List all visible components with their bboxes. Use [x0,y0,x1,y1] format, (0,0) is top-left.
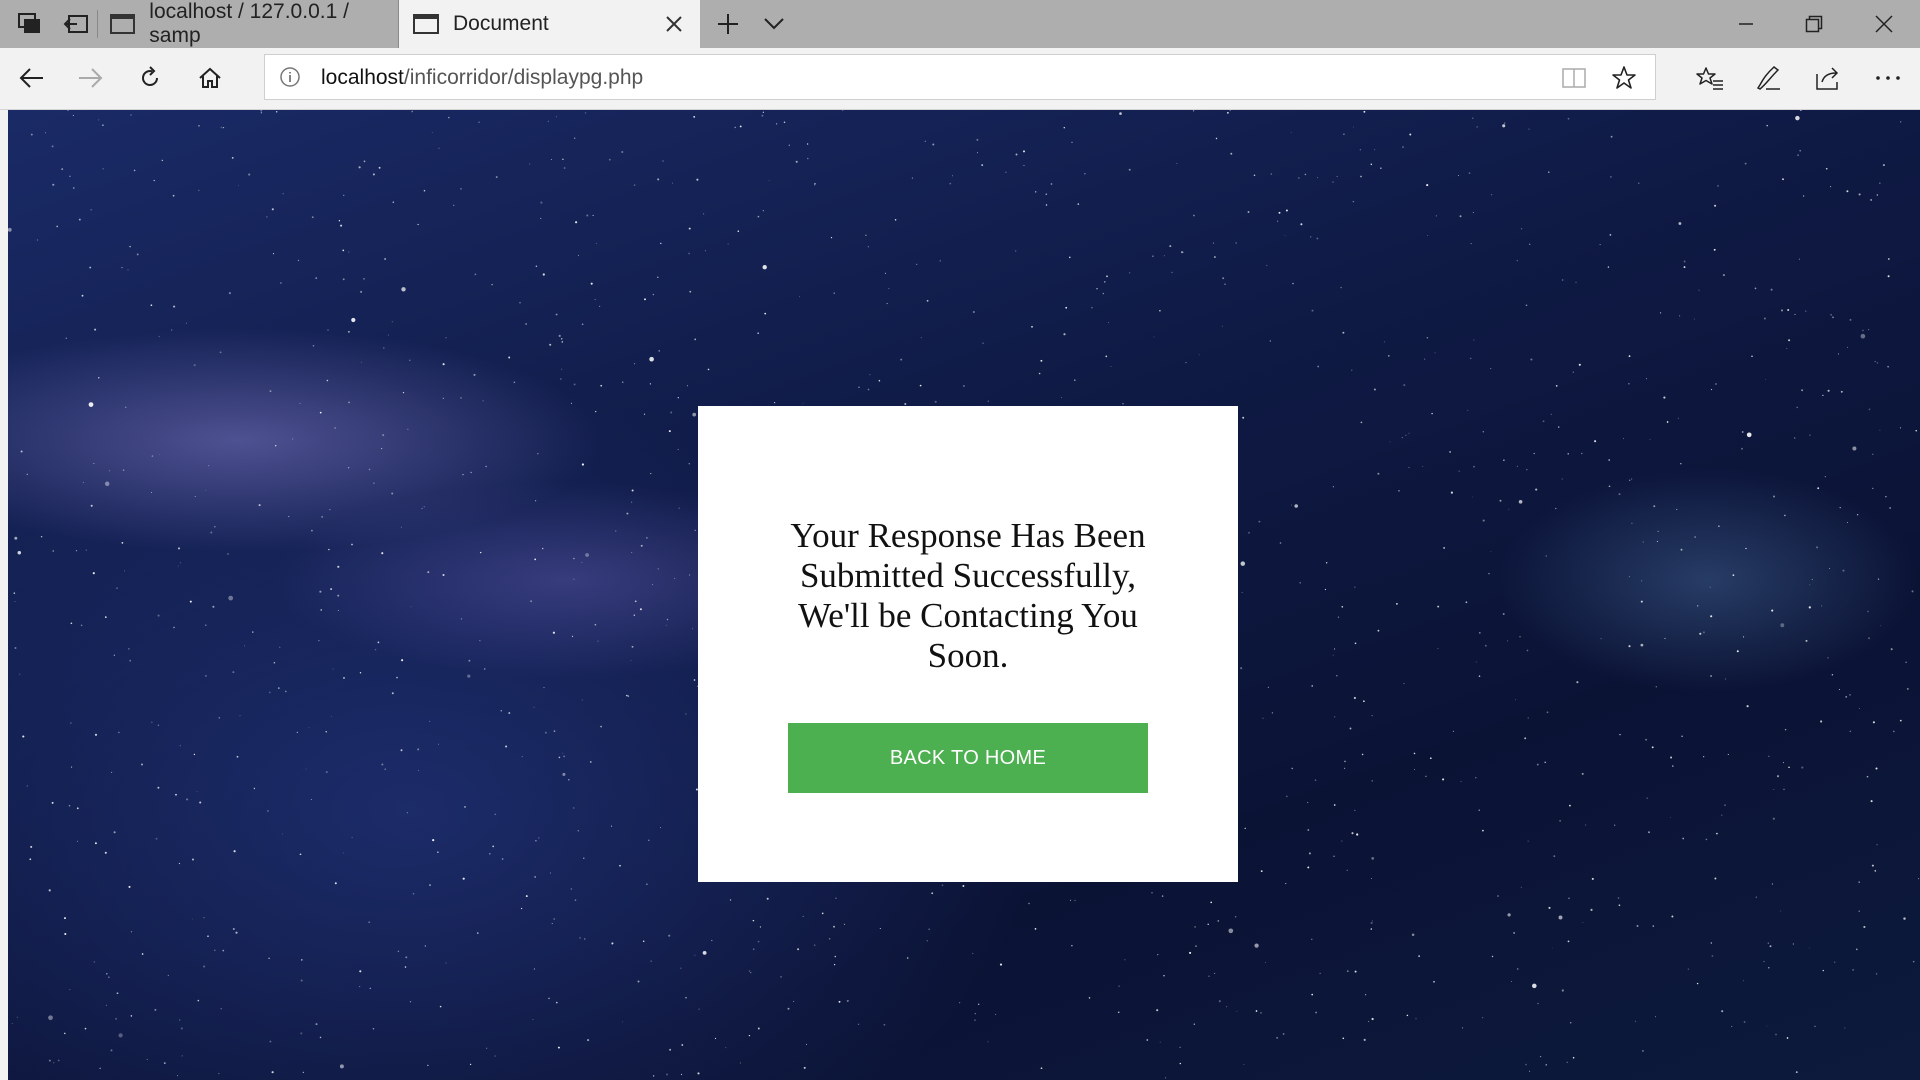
new-tab-icon[interactable] [712,0,744,48]
url-host: localhost [321,66,404,89]
tab-title: localhost / 127.0.0.1 / samp [149,0,349,47]
tab-phpmyadmin[interactable]: localhost / 127.0.0.1 / samp [98,0,398,48]
url-path: /inficorridor/displaypg.php [403,66,644,89]
home-icon[interactable] [180,48,240,108]
refresh-icon[interactable] [120,48,180,108]
minimize-icon[interactable] [1712,0,1780,48]
success-message: Your Response Has Been Submitted Success… [790,516,1146,675]
title-bar: localhost / 127.0.0.1 / samp Document [0,0,1920,48]
page-viewport: Your Response Has Been Submitted Success… [0,110,1920,1080]
close-window-icon[interactable] [1850,0,1918,48]
forward-icon[interactable] [60,48,120,108]
back-to-home-button[interactable]: BACK TO HOME [788,723,1148,793]
tab-manager-icon[interactable] [10,0,50,48]
reading-view-icon[interactable] [1561,66,1587,95]
set-aside-tabs-icon[interactable] [56,0,96,48]
more-options-icon[interactable] [1858,48,1918,108]
restore-icon[interactable] [1780,0,1848,48]
chevron-down-icon[interactable] [758,0,790,48]
share-icon[interactable] [1798,48,1858,108]
confirmation-card: Your Response Has Been Submitted Success… [698,406,1238,882]
favorites-hub-icon[interactable] [1680,48,1740,108]
web-note-icon[interactable] [1738,48,1798,108]
url-text[interactable]: localhost/inficorridor/displaypg.php [321,55,643,101]
back-icon[interactable] [2,48,62,108]
favorite-star-icon[interactable] [1611,65,1637,96]
tab-document[interactable]: Document [398,0,700,48]
page-icon [413,14,439,34]
page-icon [110,14,136,34]
navigation-bar: localhost/inficorridor/displaypg.php [0,48,1920,110]
site-info-icon[interactable] [279,66,301,88]
close-tab-icon[interactable] [662,12,686,36]
tab-title: Document [453,12,549,35]
address-bar[interactable]: localhost/inficorridor/displaypg.php [264,54,1656,100]
